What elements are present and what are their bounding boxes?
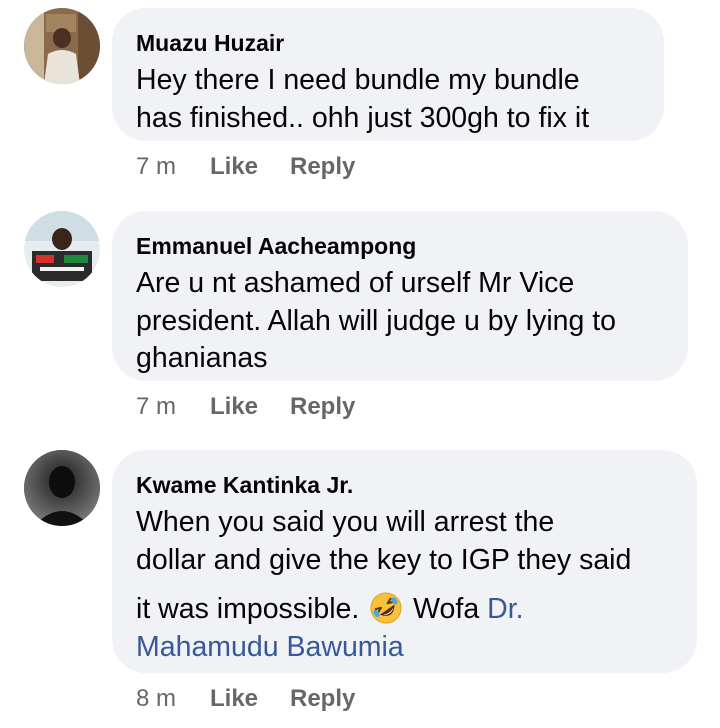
user-avatar-icon bbox=[24, 8, 100, 84]
comment-text: Hey there I need bundle my bundle has fi… bbox=[136, 62, 640, 137]
comment-author[interactable]: Muazu Huzair bbox=[136, 30, 640, 56]
comment-text-line: ghanianas bbox=[136, 342, 268, 374]
comment-bubble: Emmanuel Aacheampong Are u nt ashamed of… bbox=[112, 211, 688, 381]
reply-button[interactable]: Reply bbox=[290, 153, 355, 181]
comment-timestamp[interactable]: 7 m bbox=[136, 153, 210, 181]
comment-timestamp[interactable]: 8 m bbox=[136, 685, 210, 713]
comment-text-line: has finished.. ohh just 300gh to fix it bbox=[136, 101, 590, 134]
reply-button[interactable]: Reply bbox=[290, 685, 355, 713]
comment-bubble: Muazu Huzair Hey there I need bundle my … bbox=[112, 8, 664, 141]
comment-text: When you said you will arrest the dollar… bbox=[136, 504, 673, 666]
user-avatar-icon bbox=[24, 450, 100, 526]
avatar-kwame[interactable] bbox=[24, 450, 100, 526]
mention-link[interactable]: Mahamudu Bawumia bbox=[136, 629, 673, 667]
like-button[interactable]: Like bbox=[210, 685, 290, 713]
like-button[interactable]: Like bbox=[210, 393, 290, 421]
comment-timestamp[interactable]: 7 m bbox=[136, 393, 210, 421]
comment-actions: 8 m Like Reply bbox=[136, 685, 355, 713]
comment-bubble: Kwame Kantinka Jr. When you said you wil… bbox=[112, 450, 697, 673]
comment-text-line: When you said you will arrest the bbox=[136, 506, 555, 538]
mention-link[interactable]: Dr. bbox=[487, 593, 523, 625]
comment-actions: 7 m Like Reply bbox=[136, 153, 355, 181]
comment-text-fragment: it was impossible. bbox=[136, 593, 360, 625]
user-avatar-icon bbox=[24, 211, 100, 287]
comment-text-line: Hey there I need bundle my bundle bbox=[136, 64, 580, 96]
comment-text-line: it was impossible. Wofa Dr. bbox=[136, 591, 673, 629]
comment-text: Are u nt ashamed of urself Mr Vice presi… bbox=[136, 265, 664, 378]
comment-text-line: dollar and give the key to IGP they said bbox=[136, 543, 632, 576]
comment-text-fragment: Wofa bbox=[413, 593, 480, 625]
avatar-emmanuel[interactable] bbox=[24, 211, 100, 287]
avatar-muazu[interactable] bbox=[24, 8, 100, 84]
comment-actions: 7 m Like Reply bbox=[136, 393, 355, 421]
rolling-on-floor-laughing-emoji-icon bbox=[369, 591, 403, 625]
comment-author[interactable]: Kwame Kantinka Jr. bbox=[136, 472, 673, 498]
comment-text-line: president. Allah will judge u by lying t… bbox=[136, 304, 617, 337]
comment-author[interactable]: Emmanuel Aacheampong bbox=[136, 233, 664, 259]
like-button[interactable]: Like bbox=[210, 153, 290, 181]
reply-button[interactable]: Reply bbox=[290, 393, 355, 421]
comment-text-line: Are u nt ashamed of urself Mr Vice bbox=[136, 267, 575, 299]
